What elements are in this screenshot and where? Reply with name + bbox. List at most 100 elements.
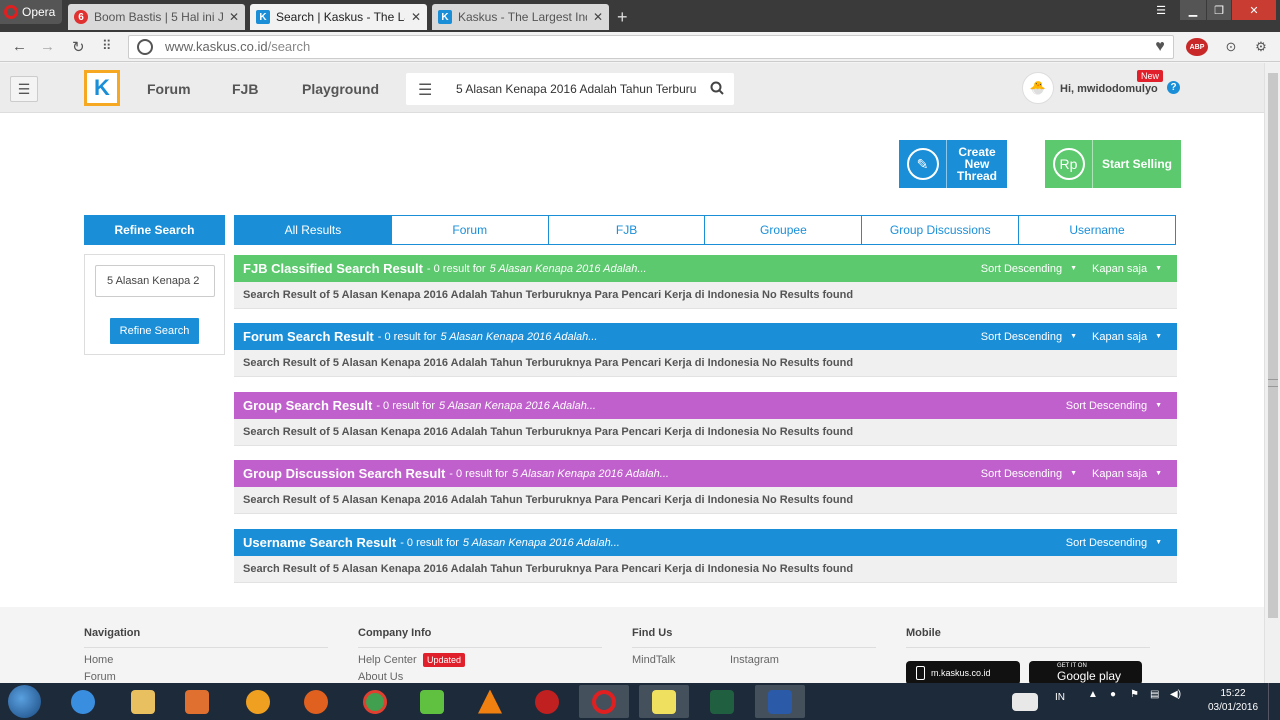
time-dropdown[interactable]: Kapan saja ▼ [1092,468,1162,480]
opera-taskbar-icon[interactable] [579,685,629,718]
kaskus-logo[interactable]: K [84,70,120,106]
footer-link-instagram[interactable]: Instagram [730,654,779,666]
tab-forum[interactable]: Forum [390,216,548,244]
page-scrollbar[interactable] [1264,63,1280,683]
footer-link-mindtalk[interactable]: MindTalk [632,654,675,666]
browser-tab-active[interactable]: K Search | Kaskus - The Larg ✕ [250,4,427,30]
notes-icon[interactable] [639,685,689,718]
tab-groupee[interactable]: Groupee [704,216,862,244]
site-info-icon[interactable] [137,39,153,55]
forward-icon[interactable]: → [40,38,55,55]
close-tab-icon[interactable]: ✕ [411,10,421,24]
app-icon[interactable] [522,685,572,718]
opera-menu-button[interactable]: Opera [0,0,62,24]
google-play-button[interactable]: GET IT ON Google play [1029,661,1142,685]
internet-explorer-icon[interactable] [58,685,108,718]
section-title: Forum Search Result [243,329,374,344]
header-search-input[interactable]: 5 Alasan Kenapa 2016 Adalah Tahun Terbur… [456,82,696,96]
result-count: - 0 result for [400,536,459,549]
header-search-box[interactable]: ☰ 5 Alasan Kenapa 2016 Adalah Tahun Terb… [406,73,734,105]
back-icon[interactable]: ← [12,38,27,55]
restore-icon[interactable]: ❐ [1207,0,1231,20]
start-selling-button[interactable]: Rp Start Selling [1045,140,1181,188]
user-greeting[interactable]: Hi, mwidodomulyo [1060,83,1158,95]
refine-search-button[interactable]: Refine Search [110,318,199,344]
tab-fjb[interactable]: FJB [547,216,705,244]
mobile-site-button[interactable]: m.kaskus.co.id [906,661,1020,685]
close-tab-icon[interactable]: ✕ [229,10,239,24]
result-count: - 0 result for [376,399,435,412]
address-field[interactable]: www.kaskus.co.id/search [128,35,1174,59]
mobile-site-label: m.kaskus.co.id [931,668,991,678]
help-icon[interactable]: ? [1167,81,1180,94]
refine-search-input[interactable]: 5 Alasan Kenapa 2 [95,265,215,297]
adblock-icon[interactable]: ABP [1186,38,1208,56]
chrome-icon[interactable] [350,685,400,718]
vlc-icon[interactable] [465,685,515,718]
footer-link-about-us[interactable]: About Us [358,671,403,683]
footer-heading-company: Company Info [358,627,432,639]
search-filter-menu-icon[interactable]: ☰ [418,80,432,100]
browser-tab[interactable]: K Kaskus - The Largest Indo ✕ [432,4,609,30]
tray-expand-icon[interactable]: ▲ [1088,689,1098,700]
footer-link-help-center[interactable]: Help Center [358,654,417,666]
bookmark-heart-icon[interactable]: ♥ [1151,38,1169,56]
footer-link-forum[interactable]: Forum [84,671,116,683]
reload-icon[interactable]: ↻ [72,38,85,56]
url-path: /search [267,39,311,54]
close-tab-icon[interactable]: ✕ [593,10,603,24]
show-desktop-button[interactable] [1268,683,1280,720]
sort-dropdown[interactable]: Sort Descending ▼ [981,331,1077,343]
input-language-indicator[interactable]: IN [1055,692,1065,703]
user-avatar[interactable]: 🐣 [1022,72,1054,104]
flag-icon[interactable]: ⚑ [1130,689,1139,700]
new-badge: New [1137,70,1164,82]
speed-dial-icon[interactable]: ⠿ [102,38,112,54]
minimize-icon[interactable]: ▁ [1180,0,1206,20]
download-icon[interactable]: ⊙ [1222,38,1240,56]
tab-group-discussions[interactable]: Group Discussions [861,216,1019,244]
result-query: 5 Alasan Kenapa 2016 Adalah... [439,399,596,412]
sort-dropdown[interactable]: Sort Descending ▼ [1066,400,1162,412]
scrollbar-thumb[interactable] [1268,73,1278,618]
close-window-icon[interactable]: ✕ [1232,0,1276,20]
tab-username[interactable]: Username [1018,216,1175,244]
footer-divider [358,647,602,648]
tab-all-results[interactable]: All Results [235,216,391,244]
browser-tab[interactable]: 6 Boom Bastis | 5 Hal ini Jad ✕ [68,4,245,30]
tab-title: Search | Kaskus - The Larg [276,10,405,24]
section-result-text: Search Result of 5 Alasan Kenapa 2016 Ad… [234,350,1177,377]
nav-fjb[interactable]: FJB [232,81,258,97]
new-tab-button[interactable]: + [617,7,628,28]
system-clock[interactable]: 15:22 03/01/2016 [1205,687,1261,715]
time-dropdown[interactable]: Kapan saja ▼ [1092,263,1162,275]
section-result-text: Search Result of 5 Alasan Kenapa 2016 Ad… [234,282,1177,309]
settings-icon[interactable]: ⚙ [1252,38,1270,56]
footer-heading-navigation: Navigation [84,627,141,639]
sort-dropdown[interactable]: Sort Descending ▼ [981,263,1077,275]
tab-menu-icon[interactable]: ☰ [1150,0,1172,20]
tray-app-icon[interactable]: ● [1110,689,1116,700]
side-menu-button[interactable]: ☰ [10,76,38,102]
chevron-down-icon: ▼ [1155,265,1162,272]
network-icon[interactable]: ▤ [1150,689,1159,700]
nav-forum[interactable]: Forum [147,81,191,97]
media-player-icon[interactable] [172,685,222,718]
create-new-thread-button[interactable]: ✎ Create New Thread [899,140,1007,188]
nav-playground[interactable]: Playground [302,81,379,97]
word-icon[interactable] [755,685,805,718]
app-icon[interactable] [233,685,283,718]
sort-dropdown[interactable]: Sort Descending ▼ [981,468,1077,480]
forum-result-section: Forum Search Result - 0 result for 5 Ala… [234,323,1177,377]
search-icon[interactable] [710,81,724,95]
start-button[interactable] [8,685,41,718]
footer-link-home[interactable]: Home [84,654,113,666]
bluestacks-icon[interactable] [407,685,457,718]
terminal-icon[interactable] [697,685,747,718]
volume-icon[interactable]: ◀) [1170,689,1181,700]
file-explorer-icon[interactable] [118,685,168,718]
time-dropdown[interactable]: Kapan saja ▼ [1092,331,1162,343]
pen-input-icon[interactable] [1005,685,1045,718]
sort-dropdown[interactable]: Sort Descending ▼ [1066,537,1162,549]
firefox-icon[interactable] [291,685,341,718]
